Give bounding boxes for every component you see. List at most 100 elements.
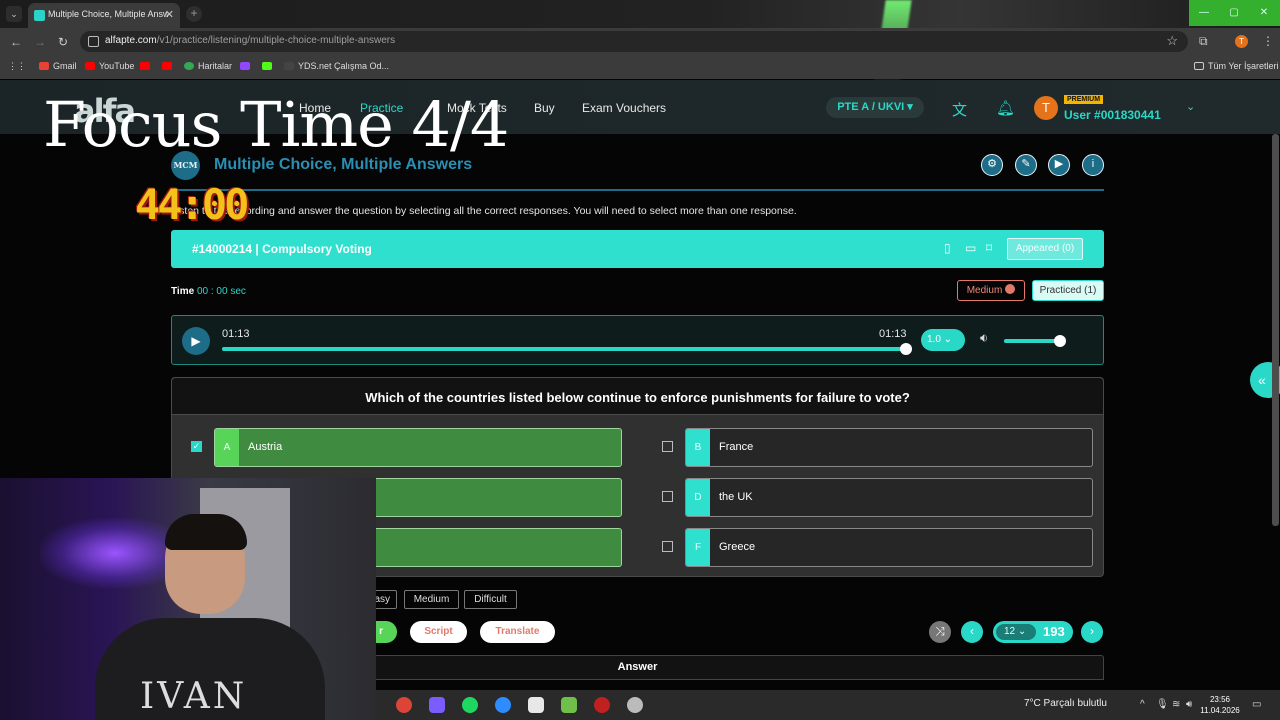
browser-tab[interactable]: Multiple Choice, Multiple Answ ✕ — [28, 3, 180, 28]
obs-taskbar-icon[interactable] — [594, 697, 610, 713]
play-icon[interactable]: ▶ — [182, 327, 210, 355]
speed-dropdown[interactable]: 1.0 ⌄ — [921, 329, 965, 351]
info-icon[interactable]: i — [1082, 154, 1104, 176]
practiced-badge[interactable]: Practiced (1) — [1032, 280, 1104, 301]
close-window-icon[interactable]: ✕ — [1249, 0, 1279, 26]
bookmark-youtube-2[interactable] — [140, 61, 154, 71]
question-id-title: #14000214 | Compulsory Voting — [192, 242, 372, 256]
option-a[interactable]: A Austria — [214, 428, 622, 467]
bell-icon[interactable]: 🔔︎ — [996, 99, 1015, 117]
new-tab-icon[interactable]: + — [186, 6, 202, 22]
pte-type-dropdown[interactable]: PTE A / UKVI ▾ — [826, 97, 924, 118]
bookmark-gmail[interactable]: Gmail — [39, 61, 77, 71]
bookmark-youtube[interactable]: YouTube — [85, 61, 134, 71]
option-d[interactable]: D the UK — [685, 478, 1093, 517]
close-tab-icon[interactable]: ✕ — [165, 8, 174, 21]
shadowing-icon[interactable]: ▯ — [944, 241, 951, 255]
bookmark-yds[interactable]: YDS.net Çalışma Od... — [284, 61, 389, 71]
spotify-taskbar-icon[interactable] — [462, 697, 478, 713]
maximize-icon[interactable]: ▢ — [1219, 0, 1249, 26]
ai-score-icon[interactable]: ⚙ — [981, 154, 1003, 176]
extensions-icon[interactable]: ⧉ — [1199, 34, 1208, 49]
calendar-taskbar-icon[interactable] — [528, 697, 544, 713]
scrollbar-thumb[interactable] — [1272, 134, 1279, 526]
volume-icon[interactable]: 🔉︎ — [980, 330, 988, 346]
edit-notes-icon[interactable]: ✎ — [1015, 154, 1037, 176]
video-icon[interactable]: ▶ — [1048, 154, 1070, 176]
chevron-down-icon[interactable]: ⌄ — [1186, 100, 1195, 113]
page-select[interactable]: 12 ⌄ — [996, 624, 1036, 640]
bookmark-twitch[interactable] — [240, 61, 254, 71]
profile-avatar[interactable]: T — [1235, 35, 1248, 48]
forward-icon[interactable]: → — [34, 35, 46, 49]
minimize-icon[interactable]: — — [1189, 0, 1219, 26]
reload-icon[interactable]: ↻ — [58, 35, 68, 49]
info-dot-icon — [1005, 284, 1016, 294]
user-name[interactable]: User #001830441 — [1064, 108, 1161, 122]
option-text: Austria — [248, 441, 283, 453]
app2-taskbar-icon[interactable] — [627, 697, 643, 713]
appeared-button[interactable]: Appeared (0) — [1007, 238, 1083, 260]
title-divider — [171, 189, 1104, 191]
browser-menu-icon[interactable]: ⋮ — [1262, 34, 1274, 48]
translate-button[interactable]: Translate — [480, 621, 555, 643]
bookmark-kick[interactable] — [262, 61, 276, 71]
user-avatar[interactable]: T — [1034, 96, 1058, 120]
site-info-icon[interactable] — [88, 36, 99, 47]
next-question-icon[interactable]: › — [1081, 621, 1103, 643]
script-button[interactable]: Script — [410, 621, 467, 643]
medium-button[interactable]: Medium — [404, 590, 459, 609]
option-d-checkbox[interactable] — [662, 491, 673, 502]
difficulty-badge[interactable]: Medium — [957, 280, 1025, 301]
nav-buy[interactable]: Buy — [534, 101, 555, 115]
bookmark-star-icon[interactable]: ☆ — [1166, 33, 1178, 49]
nav-exam-vouchers[interactable]: Exam Vouchers — [582, 101, 666, 115]
option-f[interactable]: F Greece — [685, 528, 1093, 567]
option-letter: A — [215, 429, 239, 466]
screen: ⌄ Multiple Choice, Multiple Answ ✕ + — ▢ ✕… — [0, 0, 1280, 720]
shuffle-icon[interactable]: ⤨ — [929, 621, 951, 643]
question-text: Which of the countries listed below cont… — [365, 390, 910, 405]
zoom-taskbar-icon[interactable] — [495, 697, 511, 713]
all-bookmarks[interactable]: Tüm Yer İşaretleri — [1194, 61, 1279, 71]
option-f-checkbox[interactable] — [662, 541, 673, 552]
option-b[interactable]: B France — [685, 428, 1093, 467]
instruction-text: Listen to the recording and answer the q… — [171, 205, 797, 217]
back-icon[interactable]: ← — [10, 35, 22, 49]
app-taskbar-icon[interactable] — [429, 697, 445, 713]
taskbar-clock[interactable]: 23:56 11.04.2026 — [1200, 694, 1240, 716]
difficult-button[interactable]: Difficult — [464, 590, 517, 609]
person-hair — [165, 514, 247, 550]
tray-chevron-icon[interactable]: ^ — [1140, 699, 1145, 710]
volume-knob[interactable] — [1053, 335, 1066, 347]
option-text: the UK — [719, 491, 753, 503]
volume-track[interactable] — [1004, 335, 1066, 347]
apps-icon[interactable]: ⋮⋮ — [8, 61, 26, 72]
countdown-timer-overlay: 44:00 — [135, 180, 249, 229]
bookmark-maps[interactable]: Haritalar — [184, 61, 232, 71]
option-a-checkbox[interactable]: ✓ — [191, 441, 202, 452]
wifi-icon[interactable]: ≋ — [1172, 699, 1180, 710]
question-pager: 12 ⌄ 193 — [993, 621, 1073, 643]
mic-icon[interactable]: 🎙︎ — [1156, 699, 1169, 710]
translate-icon[interactable]: 文 — [952, 99, 967, 120]
device-icon[interactable]: ▭ — [965, 241, 976, 255]
bookmark-icon[interactable]: ⌑ — [986, 241, 992, 255]
tab-search-icon[interactable]: ⌄ — [6, 6, 22, 22]
prev-question-icon[interactable]: ‹ — [961, 621, 983, 643]
chrome-taskbar-icon[interactable] — [396, 697, 412, 713]
progress-knob[interactable] — [900, 343, 912, 355]
focus-time-overlay: Focus Time 4/4 — [43, 88, 509, 161]
option-b-checkbox[interactable] — [662, 441, 673, 452]
progress-track[interactable] — [222, 343, 912, 355]
weather-widget[interactable]: 7°C Parçalı bulutlu — [1024, 698, 1107, 709]
bookmark-youtube-3[interactable] — [162, 61, 176, 71]
minecraft-taskbar-icon[interactable] — [561, 697, 577, 713]
url-text[interactable]: alfapte.com/v1/practice/listening/multip… — [105, 35, 395, 46]
speaker-icon[interactable]: 🔊︎ — [1186, 699, 1192, 710]
option-letter: D — [686, 479, 710, 516]
page-scrollbar[interactable] — [1271, 134, 1280, 534]
notification-icon[interactable]: ▭ — [1252, 699, 1261, 710]
total-time: 01:13 — [879, 328, 907, 340]
omnibox[interactable]: alfapte.com/v1/practice/listening/multip… — [80, 31, 1188, 52]
